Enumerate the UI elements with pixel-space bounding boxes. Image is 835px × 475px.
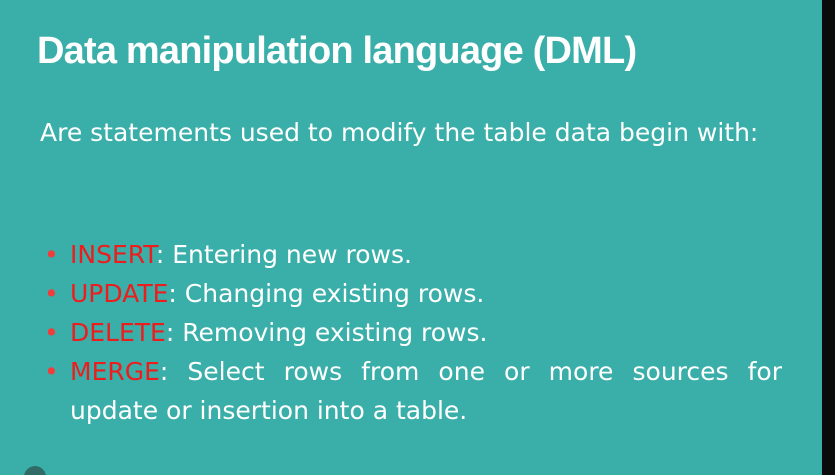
list-item-insert: • INSERT: Entering new rows. [44,235,782,274]
description-insert: : Entering new rows. [155,240,412,269]
dml-statement-list: • INSERT: Entering new rows. • UPDATE: C… [44,235,782,430]
keyword-update: UPDATE [70,279,169,308]
list-item-update: • UPDATE: Changing existing rows. [44,274,782,313]
corner-decoration [24,466,46,475]
bullet-dot-icon: • [44,318,59,347]
list-item-merge: • MERGE: Select rows from one or more so… [44,352,782,430]
description-merge: : Select rows from one or more sources f… [70,357,782,425]
bullet-dot-icon: • [44,357,59,386]
bullet-dot-icon: • [44,279,59,308]
keyword-merge: MERGE [70,357,160,386]
window-edge [822,0,835,475]
keyword-delete: DELETE [70,318,166,347]
intro-text: Are statements used to modify the table … [40,118,759,147]
keyword-insert: INSERT [70,240,156,269]
description-delete: : Removing existing rows. [165,318,488,347]
slide-title: Data manipulation language (DML) [37,30,637,72]
slide: Data manipulation language (DML) Are sta… [0,0,822,475]
bullet-dot-icon: • [44,240,59,269]
list-item-delete: • DELETE: Removing existing rows. [44,313,782,352]
description-update: : Changing existing rows. [168,279,485,308]
